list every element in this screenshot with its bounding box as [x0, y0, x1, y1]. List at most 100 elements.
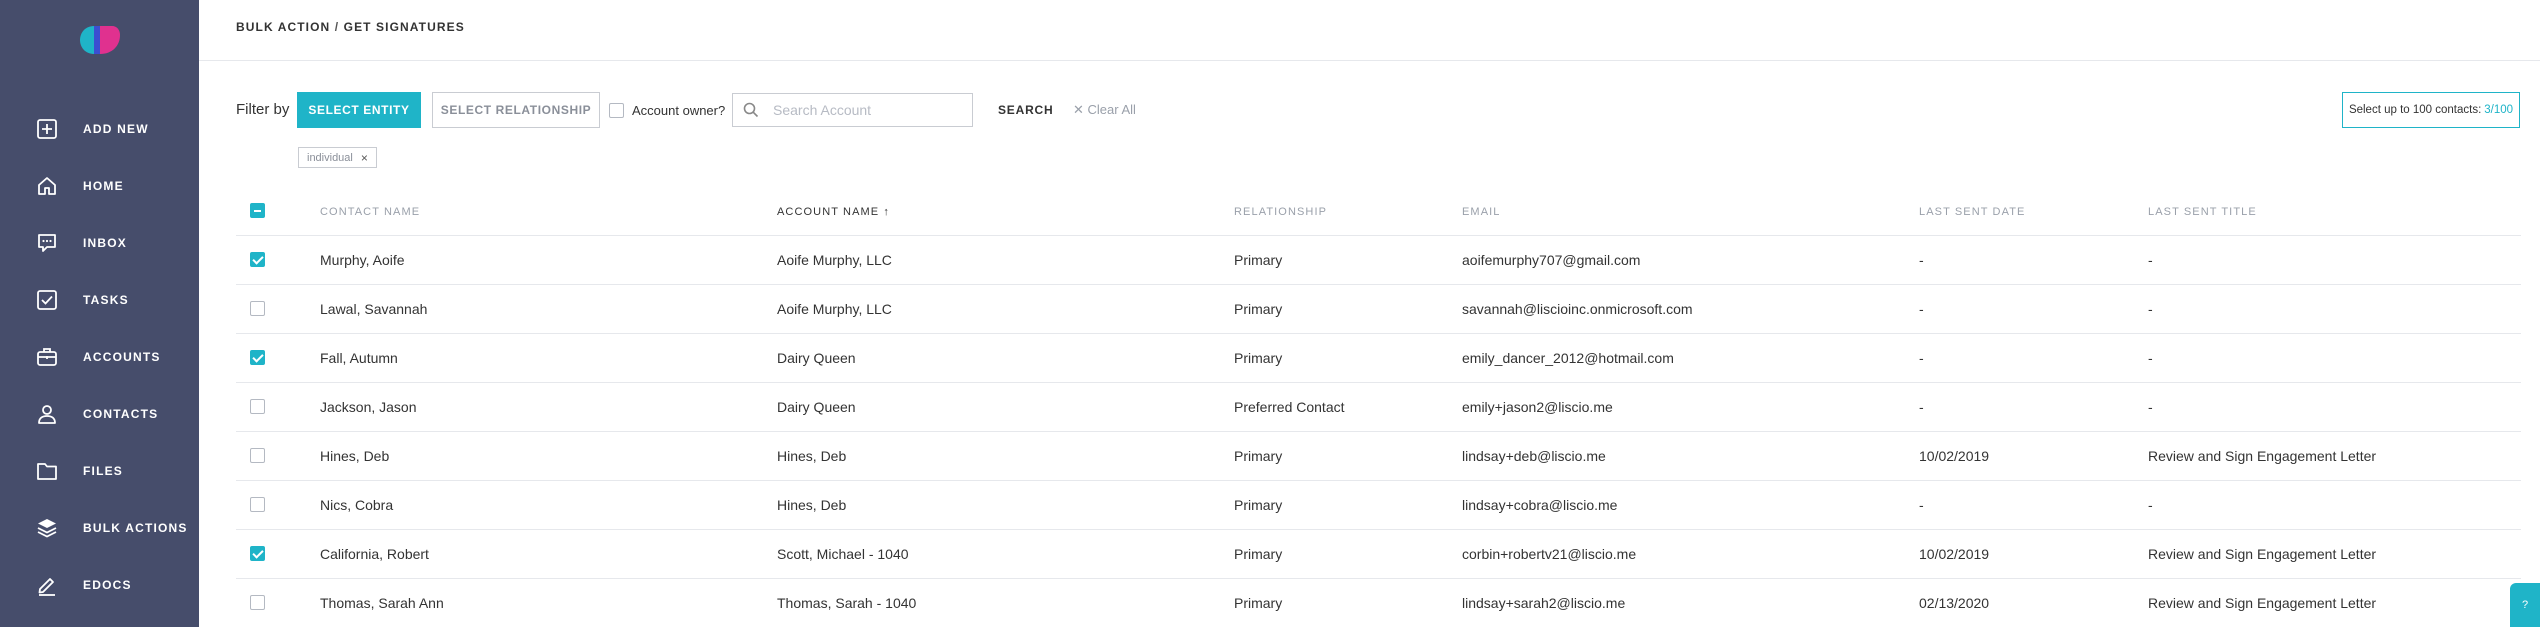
search-icon	[743, 102, 759, 118]
cell-last-sent-title: -	[2148, 399, 2153, 415]
top-bar: BULK ACTION / GET SIGNATURES	[199, 0, 2540, 61]
nav-files[interactable]: FILES	[0, 451, 199, 491]
selection-count: 3/100	[2484, 104, 2514, 116]
row-checkbox[interactable]	[250, 399, 265, 414]
table-row[interactable]: Murphy, Aoife Aoife Murphy, LLC Primary …	[236, 236, 2521, 285]
cell-email: savannah@liscioinc.onmicrosoft.com	[1462, 301, 1693, 317]
cell-account-name: Aoife Murphy, LLC	[777, 252, 892, 268]
nav-add-new[interactable]: ADD NEW	[0, 109, 199, 149]
selection-counter: Select up to 100 contacts: 3/100	[2342, 92, 2520, 128]
cell-last-sent-date: 02/13/2020	[1919, 595, 1990, 611]
cell-contact-name: Murphy, Aoife	[320, 252, 405, 268]
cell-account-name: Thomas, Sarah - 1040	[777, 595, 917, 611]
breadcrumb-bulk-action[interactable]: BULK ACTION	[236, 20, 330, 34]
row-checkbox[interactable]	[250, 301, 265, 316]
cell-contact-name: California, Robert	[320, 546, 429, 562]
cell-email: lindsay+cobra@liscio.me	[1462, 497, 1618, 513]
nav-contacts[interactable]: CONTACTS	[0, 394, 199, 434]
nav-label: ACCOUNTS	[83, 350, 161, 364]
row-checkbox[interactable]	[250, 448, 265, 463]
cell-contact-name: Nics, Cobra	[320, 497, 394, 513]
nav-home[interactable]: HOME	[0, 166, 199, 206]
row-checkbox[interactable]	[250, 497, 265, 512]
cell-contact-name: Thomas, Sarah Ann	[320, 595, 444, 611]
cell-relationship: Primary	[1234, 497, 1283, 513]
cell-last-sent-date: -	[1919, 399, 1924, 415]
select-relationship-button[interactable]: SELECT RELATIONSHIP	[432, 92, 600, 128]
cell-account-name: Dairy Queen	[777, 350, 856, 366]
sort-arrow-icon: ↑	[883, 206, 890, 218]
help-widget-tab[interactable]: ?	[2510, 583, 2540, 627]
header-relationship[interactable]: RELATIONSHIP	[1234, 206, 1327, 218]
table-row[interactable]: Thomas, Sarah Ann Thomas, Sarah - 1040 P…	[236, 579, 2521, 627]
sidebar: ADD NEW HOME INBOX TASKS ACCOUNTS CONTAC…	[0, 0, 199, 627]
selection-limit-label: Select up to 100 contacts:	[2348, 104, 2482, 116]
cell-account-name: Scott, Michael - 1040	[777, 546, 909, 562]
layers-icon	[34, 515, 60, 541]
message-icon	[34, 230, 60, 256]
help-icon: ?	[2521, 599, 2529, 611]
cell-last-sent-title: -	[2148, 350, 2153, 366]
table-row[interactable]: Hines, Deb Hines, Deb Primary lindsay+de…	[236, 432, 2521, 481]
row-checkbox[interactable]	[250, 350, 265, 365]
folder-icon	[34, 458, 60, 484]
cell-last-sent-date: -	[1919, 497, 1924, 513]
table-row[interactable]: Nics, Cobra Hines, Deb Primary lindsay+c…	[236, 481, 2521, 530]
header-email[interactable]: EMAIL	[1462, 206, 1501, 218]
table-row[interactable]: California, Robert Scott, Michael - 1040…	[236, 530, 2521, 579]
row-checkbox[interactable]	[250, 546, 265, 561]
cell-relationship: Preferred Contact	[1234, 399, 1345, 415]
cell-last-sent-date: -	[1919, 252, 1924, 268]
cell-contact-name: Lawal, Savannah	[320, 301, 428, 317]
plus-square-icon	[34, 116, 60, 142]
cell-relationship: Primary	[1234, 301, 1283, 317]
nav-label: FILES	[83, 464, 124, 478]
cell-last-sent-date: 10/02/2019	[1919, 448, 1990, 464]
table-row[interactable]: Jackson, Jason Dairy Queen Preferred Con…	[236, 383, 2521, 432]
row-checkbox[interactable]	[250, 595, 265, 610]
account-owner-checkbox[interactable]	[609, 103, 624, 118]
search-account-field[interactable]	[732, 93, 973, 127]
app-logo-icon[interactable]	[78, 24, 122, 56]
nav-accounts[interactable]: ACCOUNTS	[0, 337, 199, 377]
select-entity-button[interactable]: SELECT ENTITY	[297, 92, 421, 128]
cell-account-name: Hines, Deb	[777, 497, 847, 513]
select-all-checkbox[interactable]	[250, 203, 265, 218]
header-contact-name[interactable]: CONTACT NAME	[320, 206, 420, 218]
table-row[interactable]: Lawal, Savannah Aoife Murphy, LLC Primar…	[236, 285, 2521, 334]
header-account-name[interactable]: ACCOUNT NAME ↑	[777, 206, 890, 218]
cell-last-sent-title: Review and Sign Engagement Letter	[2148, 448, 2377, 464]
nav-label: CONTACTS	[83, 407, 159, 421]
table-row[interactable]: Fall, Autumn Dairy Queen Primary emily_d…	[236, 334, 2521, 383]
remove-tag-icon[interactable]: ×	[361, 151, 368, 165]
nav-bulk-actions[interactable]: BULK ACTIONS	[0, 508, 199, 548]
cell-email: emily_dancer_2012@hotmail.com	[1462, 350, 1674, 366]
cell-last-sent-title: -	[2148, 497, 2153, 513]
cell-relationship: Primary	[1234, 252, 1283, 268]
cell-contact-name: Hines, Deb	[320, 448, 390, 464]
search-button[interactable]: SEARCH	[998, 103, 1053, 117]
cell-email: emily+jason2@liscio.me	[1462, 399, 1613, 415]
cell-relationship: Primary	[1234, 546, 1283, 562]
cell-relationship: Primary	[1234, 350, 1283, 366]
cell-email: lindsay+deb@liscio.me	[1462, 448, 1606, 464]
cell-email: corbin+robertv21@liscio.me	[1462, 546, 1637, 562]
checkbox-icon	[34, 287, 60, 313]
breadcrumb-current: GET SIGNATURES	[343, 20, 465, 34]
nav-label: BULK ACTIONS	[83, 521, 188, 535]
nav-inbox[interactable]: INBOX	[0, 223, 199, 263]
clear-all-link[interactable]: ✕ Clear All	[1073, 102, 1136, 118]
cell-email: aoifemurphy707@gmail.com	[1462, 252, 1641, 268]
nav-edocs[interactable]: EDOCS	[0, 565, 199, 605]
search-account-input[interactable]	[773, 94, 968, 126]
cell-relationship: Primary	[1234, 448, 1283, 464]
header-last-sent-title[interactable]: LAST SENT TITLE	[2148, 206, 2257, 218]
nav-label: EDOCS	[83, 578, 132, 592]
nav-tasks[interactable]: TASKS	[0, 280, 199, 320]
nav-label: ADD NEW	[83, 122, 149, 136]
header-last-sent-date[interactable]: LAST SENT DATE	[1919, 206, 2025, 218]
filter-tag-individual: individual ×	[298, 147, 377, 168]
row-checkbox[interactable]	[250, 252, 265, 267]
cell-last-sent-date: -	[1919, 301, 1924, 317]
user-icon	[34, 401, 60, 427]
